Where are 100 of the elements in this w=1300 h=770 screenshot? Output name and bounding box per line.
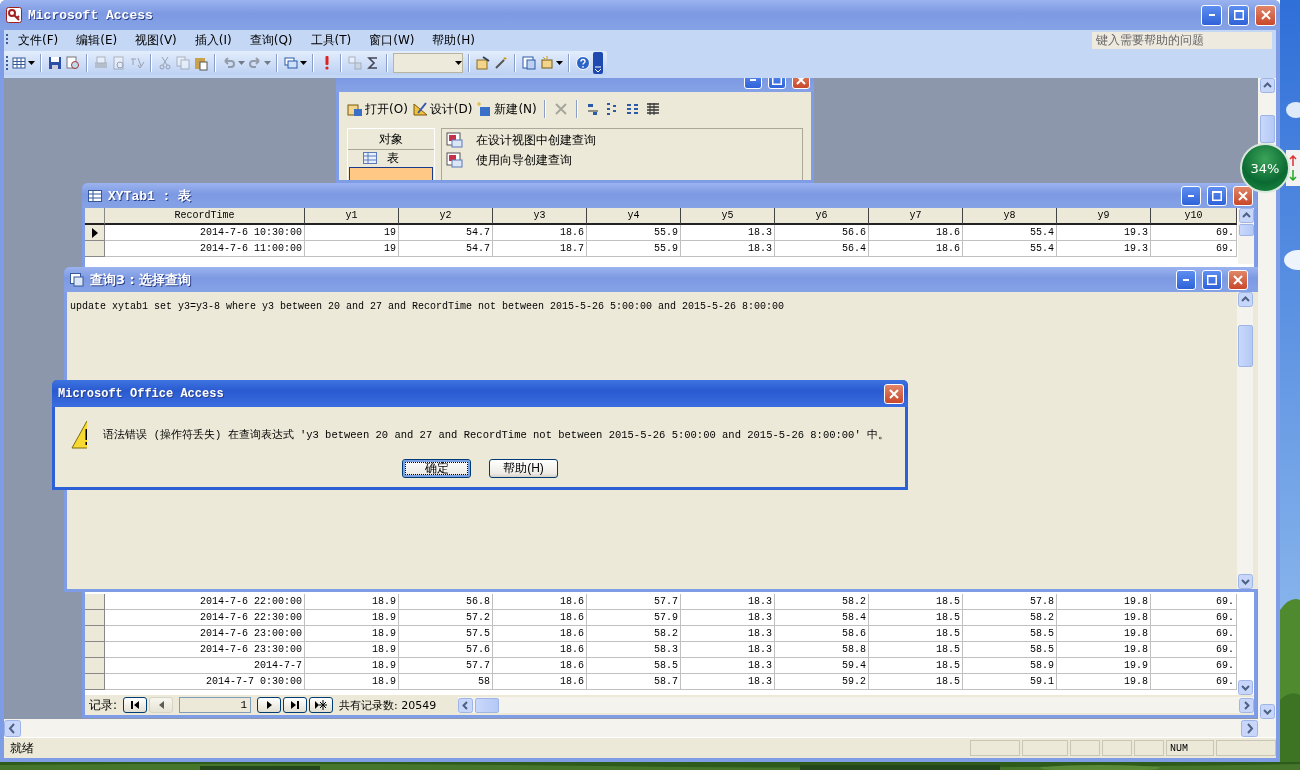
table-cell: 55.9 <box>587 241 681 257</box>
minimize-button[interactable] <box>1181 185 1201 206</box>
record-count: 共有记录数: 20549 <box>339 697 437 713</box>
record-nav-button[interactable] <box>123 697 148 713</box>
magic-wand-icon[interactable] <box>493 55 509 71</box>
toolbar-options-icon[interactable] <box>593 52 603 74</box>
column-header[interactable]: y7 <box>869 208 963 225</box>
record-nav-button[interactable] <box>257 697 282 713</box>
horizontal-scrollbar[interactable] <box>4 719 1276 737</box>
menu-item[interactable]: 帮助(H) <box>423 31 484 49</box>
dialog-button[interactable]: 确定 <box>402 459 471 478</box>
caret-icon[interactable] <box>556 60 563 66</box>
table-cell: 58.5 <box>963 642 1057 658</box>
maximize-button[interactable] <box>1207 185 1227 206</box>
menu-item[interactable]: 查询(Q) <box>240 31 302 49</box>
record-nav-button[interactable] <box>309 697 334 713</box>
close-button[interactable] <box>1255 4 1276 26</box>
scroll-up-icon[interactable] <box>1237 292 1253 307</box>
header-corner[interactable] <box>85 208 105 225</box>
caret-icon[interactable] <box>28 60 35 66</box>
table-cell: 56.6 <box>775 225 869 241</box>
menu-item[interactable]: 视图(V) <box>126 31 186 49</box>
minimize-button[interactable] <box>1176 269 1196 290</box>
scroll-down-icon[interactable] <box>1259 704 1275 719</box>
table-cell: 18.9 <box>305 658 399 674</box>
database-window-icon[interactable] <box>521 55 537 71</box>
scroll-left-icon[interactable] <box>4 719 21 737</box>
column-header[interactable]: RecordTime <box>105 208 305 225</box>
toolbar-button[interactable]: 打开(O) <box>347 100 408 118</box>
scrollbar-thumb[interactable] <box>1237 325 1253 367</box>
query-list-item[interactable]: 使用向导创建查询 <box>446 150 798 170</box>
scrollbar-thumb[interactable] <box>1238 224 1254 236</box>
grip-icon <box>6 33 9 47</box>
column-header[interactable]: y9 <box>1057 208 1151 225</box>
list-icon[interactable] <box>624 101 641 117</box>
menu-item[interactable]: 插入(I) <box>185 31 241 49</box>
close-button[interactable] <box>1228 269 1248 290</box>
minimize-button[interactable] <box>1201 4 1222 26</box>
toolbar-button[interactable]: 设计(D) <box>411 100 473 118</box>
scroll-right-icon[interactable] <box>1241 719 1258 737</box>
scrollbar-thumb[interactable] <box>475 697 500 713</box>
scroll-up-icon[interactable] <box>1238 208 1254 223</box>
column-header[interactable]: y2 <box>399 208 493 225</box>
maximize-button[interactable] <box>1228 4 1249 26</box>
query-list-item[interactable]: 在设计视图中创建查询 <box>446 130 798 150</box>
column-header[interactable]: y3 <box>493 208 587 225</box>
windows-icon[interactable] <box>283 55 299 71</box>
scroll-right-icon[interactable] <box>1239 697 1254 713</box>
column-header[interactable]: y8 <box>963 208 1057 225</box>
horizontal-scrollbar[interactable] <box>458 697 1254 713</box>
scroll-up-icon[interactable] <box>1259 78 1275 93</box>
help-search-field[interactable]: 键入需要帮助的问题 <box>1092 31 1272 49</box>
record-label: 记录: <box>89 696 118 714</box>
table-cell: 57.2 <box>399 610 493 626</box>
file-search-icon[interactable] <box>65 55 81 71</box>
table-cell: 2014-7-6 22:00:00 <box>105 594 305 610</box>
scroll-down-icon[interactable] <box>1238 680 1253 695</box>
scroll-left-icon[interactable] <box>458 697 474 713</box>
menu-item[interactable]: 文件(F) <box>9 31 68 49</box>
status-panel <box>1022 740 1068 756</box>
toolbar-button[interactable]: 新建(N) <box>476 100 537 118</box>
close-button[interactable] <box>884 383 904 404</box>
help-icon[interactable] <box>575 55 591 71</box>
scroll-down-icon[interactable] <box>1237 574 1253 589</box>
query-icon <box>446 132 464 148</box>
vertical-scrollbar[interactable] <box>1237 292 1253 589</box>
sql-text[interactable]: update xytab1 set y3=y3-8 where y3 between 20 and 27 and RecordTime not between 2015-5-26 5:00:00 and 2015-5-26 8:00:00 <box>70 301 785 312</box>
record-nav-button[interactable] <box>283 697 308 713</box>
maximize-button[interactable] <box>1202 269 1222 290</box>
caret-icon[interactable] <box>300 60 307 66</box>
menu-item[interactable]: 编辑(E) <box>67 31 127 49</box>
row-selector[interactable] <box>85 225 105 241</box>
column-header[interactable]: y6 <box>775 208 869 225</box>
table-cell: 18.7 <box>493 241 587 257</box>
object-item[interactable]: 表 <box>349 152 433 165</box>
column-header[interactable]: y4 <box>587 208 681 225</box>
previous-record-icon <box>158 701 164 709</box>
menu-item[interactable]: 工具(T) <box>301 31 361 49</box>
design-icon <box>411 101 428 117</box>
menu-item[interactable]: 窗口(W) <box>360 31 424 49</box>
table-cell: 58.2 <box>775 594 869 610</box>
object-item[interactable] <box>349 166 433 180</box>
status-panel <box>1102 740 1132 756</box>
clipboard-icon[interactable] <box>193 55 209 71</box>
column-header[interactable]: y5 <box>681 208 775 225</box>
table-cell: 18.6 <box>493 626 587 642</box>
record-number-field[interactable]: 1 <box>179 697 252 713</box>
table-cell: 19.3 <box>1057 241 1151 257</box>
scrollbar-thumb[interactable] <box>1259 115 1275 143</box>
dialog-button[interactable]: 帮助(H) <box>489 459 558 478</box>
datasheet-icon[interactable] <box>11 55 27 71</box>
details-icon[interactable] <box>644 101 661 117</box>
table-cell: 18.6 <box>493 658 587 674</box>
objects-header[interactable]: 对象 <box>348 129 434 150</box>
table-cell: 18.6 <box>493 642 587 658</box>
close-button[interactable] <box>1233 185 1253 206</box>
column-header[interactable]: y1 <box>305 208 399 225</box>
properties-icon[interactable] <box>475 55 491 71</box>
vertical-scrollbar[interactable] <box>1238 208 1254 264</box>
column-header[interactable]: y10 <box>1151 208 1237 225</box>
